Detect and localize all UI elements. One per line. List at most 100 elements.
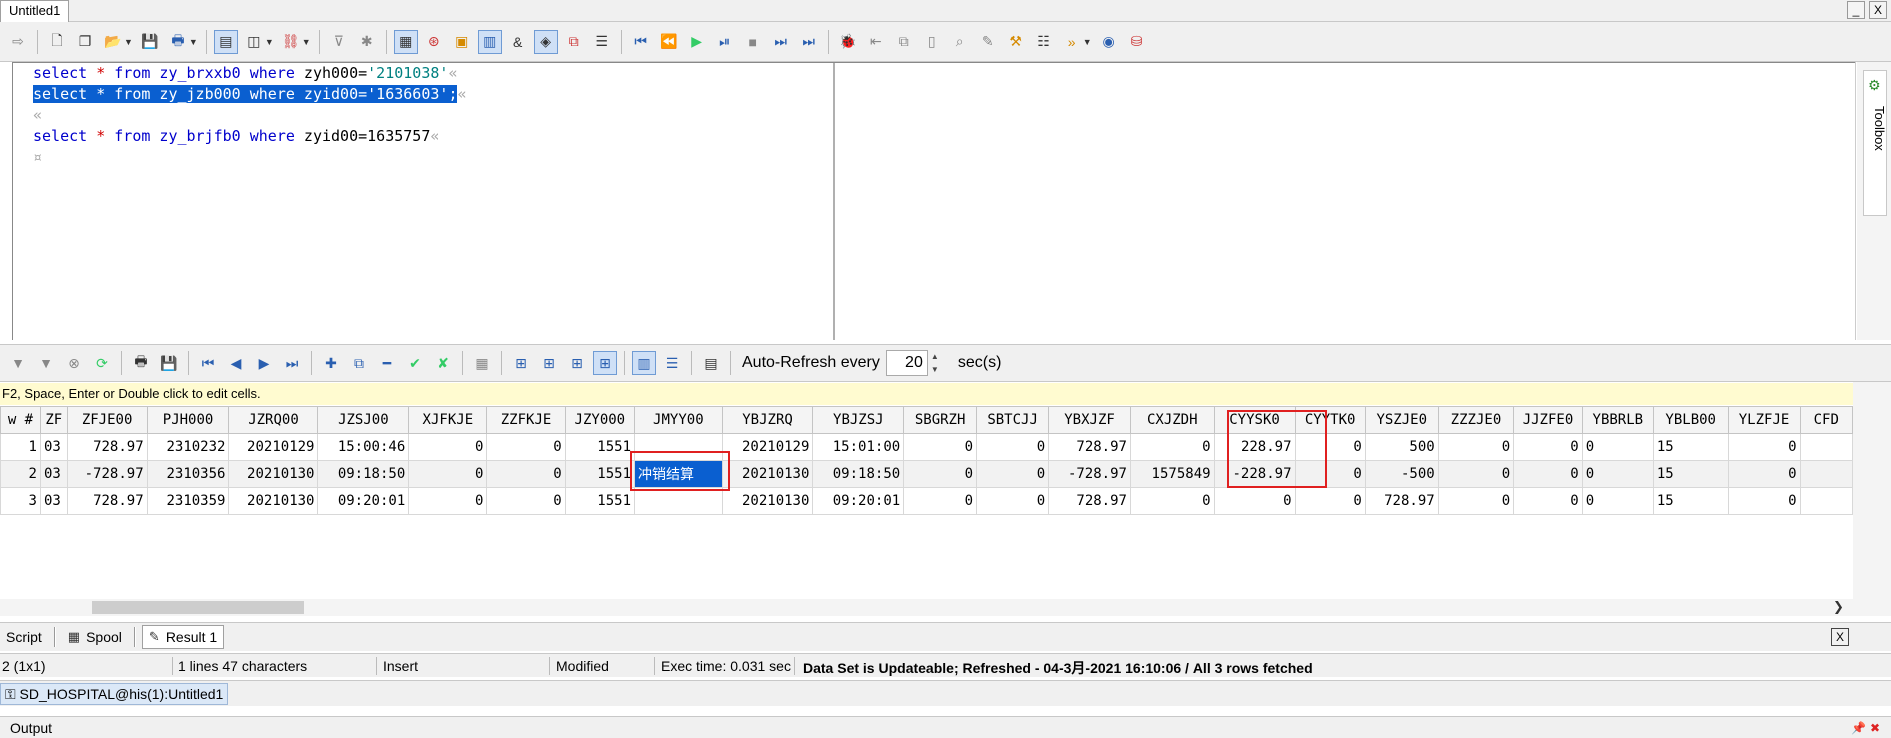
table-cell[interactable] (1799, 460, 1853, 488)
sql-line-5[interactable]: ¤ (33, 147, 42, 168)
next-record-icon[interactable]: ▶ (252, 351, 276, 375)
chevron-down-icon[interactable]: ▼ (302, 37, 311, 47)
table-cell[interactable]: 0 (1437, 460, 1515, 488)
post-edit-icon[interactable]: ✔ (403, 351, 427, 375)
connection-icon[interactable]: ⛓ (279, 30, 303, 54)
print-icon[interactable]: 🖶 (129, 351, 153, 375)
table-cell[interactable]: 09:18:50 (317, 460, 410, 488)
table-cell[interactable]: 0 (408, 487, 488, 515)
table-cell[interactable]: 0 (1581, 487, 1654, 515)
spin-up-icon[interactable]: ▲ (928, 350, 942, 363)
copy-document-icon[interactable]: ⧉ (892, 30, 916, 54)
column-header[interactable]: YBLB00 (1652, 406, 1729, 434)
filter-clear-icon[interactable]: ▼ (34, 351, 58, 375)
indent-icon[interactable]: ⇤ (864, 30, 888, 54)
table-cell[interactable]: 0 (903, 487, 978, 515)
step-over-icon[interactable]: ⏭ (769, 30, 793, 54)
column-header[interactable]: JZY000 (564, 406, 636, 434)
table-cell[interactable]: 0 (408, 433, 488, 461)
column-header[interactable]: ZF (39, 406, 68, 434)
session-tab[interactable]: ⚿ SD_HOSPITAL@his(1):Untitled1 (0, 683, 229, 705)
column-header[interactable]: SBTCJJ (976, 406, 1050, 434)
chevron-down-icon[interactable]: ▼ (124, 37, 133, 47)
table-cell[interactable]: 20210130 (228, 460, 319, 488)
table-cell[interactable]: 09:20:01 (317, 487, 410, 515)
minimize-button[interactable]: _ (1847, 1, 1865, 19)
save-icon[interactable]: 💾 (138, 30, 162, 54)
table-cell[interactable]: 2310359 (146, 487, 230, 515)
delete-record-icon[interactable]: ━ (375, 351, 399, 375)
insert-record-icon[interactable]: ✚ (319, 351, 343, 375)
stop-icon[interactable]: ■ (741, 30, 765, 54)
sql-line-4[interactable]: select * from zy_brjfb0 where zyid00=163… (33, 126, 439, 147)
execute-all-icon[interactable]: » (1060, 30, 1084, 54)
table-cell[interactable]: 0 (976, 487, 1050, 515)
document-tab-untitled1[interactable]: Untitled1 (0, 0, 70, 22)
column-header[interactable]: CYYTK0 (1294, 406, 1366, 434)
pin-icon[interactable]: 📌 (1851, 721, 1866, 735)
table-row[interactable]: 3 03 728.97 2310359 20210130 09:20:01 0 0 1551 20… (0, 487, 1853, 515)
sql-line-3[interactable]: « (33, 105, 42, 126)
column-header[interactable]: XJFKJE (408, 406, 488, 434)
grid-horizontal-scrollbar[interactable]: ❯ (0, 599, 1853, 616)
table-cell[interactable] (634, 487, 723, 515)
table-cell[interactable]: 1 (0, 433, 41, 461)
close-tab-button[interactable]: X (1831, 628, 1849, 646)
table-cell[interactable]: 0 (1513, 433, 1583, 461)
table-cell[interactable]: 0 (1129, 433, 1215, 461)
table-cell[interactable]: 15:00:46 (317, 433, 410, 461)
selected-cell[interactable]: 冲销结算 (634, 460, 723, 488)
grid-view-icon[interactable]: ▥ (632, 351, 656, 375)
table-cell[interactable]: 1551 (564, 487, 636, 515)
table-cell[interactable]: 1551 (564, 433, 636, 461)
close-window-button[interactable]: X (1869, 1, 1887, 19)
grid-settings-icon[interactable]: ▦ (470, 351, 494, 375)
table-cell[interactable]: 1575849 (1129, 460, 1215, 488)
table-cell[interactable] (1799, 487, 1853, 515)
help-icon[interactable]: ◉ (1097, 30, 1121, 54)
table-cell[interactable]: 0 (1294, 433, 1366, 461)
split-view-icon[interactable]: ◫ (242, 30, 266, 54)
cancel-icon[interactable]: ⊗ (62, 351, 86, 375)
new-file-icon[interactable]: 🗋 (45, 30, 69, 54)
scrollbar-thumb[interactable] (92, 601, 304, 614)
explain-plan-icon[interactable]: ⊛ (422, 30, 446, 54)
grid-mode-icon[interactable]: ▥ (477, 29, 502, 54)
table-cell[interactable]: 03 (39, 487, 68, 515)
display-icon[interactable]: ⊞ (537, 351, 561, 375)
table-cell[interactable]: 15 (1652, 460, 1729, 488)
prior-record-icon[interactable]: ◀ (224, 351, 248, 375)
column-header[interactable]: ZZZJE0 (1437, 406, 1515, 434)
table-cell[interactable]: 20210130 (721, 487, 814, 515)
arrow-right-icon[interactable]: ⇨ (6, 30, 30, 54)
column-header[interactable]: JZSJ00 (317, 406, 410, 434)
column-header[interactable]: JMYY00 (634, 406, 723, 434)
auto-refresh-spinner[interactable]: ▲ ▼ (928, 350, 942, 376)
table-cell[interactable]: 03 (39, 460, 68, 488)
column-header[interactable]: YBBRLB (1581, 406, 1654, 434)
column-header[interactable]: JJZFE0 (1513, 406, 1583, 434)
table-cell[interactable]: 0 (486, 433, 566, 461)
table-cell[interactable]: 0 (1513, 487, 1583, 515)
table-cell[interactable]: 0 (1437, 487, 1515, 515)
table-cell[interactable]: 20210130 (228, 487, 319, 515)
columns-icon[interactable]: ▤ (699, 351, 723, 375)
table-cell[interactable]: 0 (976, 433, 1050, 461)
table-cell[interactable]: 728.97 (66, 487, 148, 515)
variables-icon[interactable]: ◈ (533, 29, 558, 54)
table-cell[interactable]: 09:18:50 (812, 460, 905, 488)
new-window-icon[interactable]: ❐ (73, 30, 97, 54)
last-record-icon[interactable]: ⏭ (280, 351, 304, 375)
sql-editor-pane[interactable]: select * from zy_brxxb0 where zyh000='21… (13, 63, 835, 340)
clear-filter-icon[interactable]: ✱ (355, 30, 379, 54)
column-header[interactable]: YSZJE0 (1364, 406, 1439, 434)
print-icon[interactable]: 🖶 (166, 30, 190, 54)
find-icon[interactable]: ⌕ (948, 30, 972, 54)
table-cell[interactable]: 0 (903, 460, 978, 488)
table-row[interactable]: 1 03 728.97 2310232 20210129 15:00:46 0 0 1551 20… (0, 433, 1853, 461)
editor-vertical-scrollbar[interactable] (1855, 62, 1856, 340)
table-cell[interactable] (634, 433, 723, 461)
table-cell[interactable]: 728.97 (1364, 487, 1439, 515)
chevron-down-icon[interactable]: ▼ (1083, 37, 1092, 47)
table-cell[interactable]: 0 (486, 460, 566, 488)
